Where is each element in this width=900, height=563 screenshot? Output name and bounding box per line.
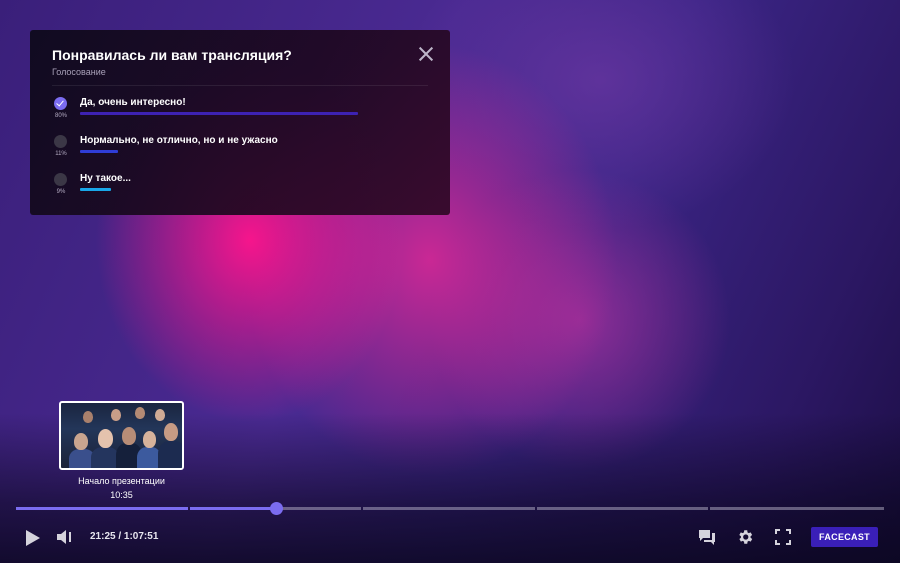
radio-checked-icon[interactable] bbox=[54, 97, 67, 110]
poll-divider bbox=[52, 85, 428, 86]
poll-option[interactable]: 11% Нормально, не отлично, но и не ужасн… bbox=[52, 135, 432, 165]
option-percent: 11% bbox=[55, 151, 67, 157]
poll-option[interactable]: 9% Ну такое... bbox=[52, 173, 432, 203]
option-result-bar bbox=[80, 150, 118, 153]
seek-bar[interactable] bbox=[16, 502, 884, 515]
time-display: 21:25 / 1:07:51 bbox=[90, 531, 159, 542]
fullscreen-icon[interactable] bbox=[775, 529, 791, 545]
play-icon[interactable] bbox=[26, 530, 40, 546]
chapter-segment[interactable] bbox=[536, 507, 709, 510]
audience-image bbox=[61, 403, 182, 468]
volume-muted-icon[interactable] bbox=[56, 529, 76, 545]
option-percent: 9% bbox=[56, 189, 66, 195]
option-label: Ну такое... bbox=[80, 173, 131, 184]
played-segment bbox=[16, 507, 188, 510]
chapter-preview-title: Начало презентации bbox=[78, 476, 165, 486]
radio-icon[interactable] bbox=[54, 173, 67, 186]
chapter-preview-time: 10:35 bbox=[110, 490, 133, 500]
poll-title: Понравилась ли вам трансляция? bbox=[52, 47, 292, 63]
poll-option[interactable]: 80% Да, очень интересно! bbox=[52, 97, 432, 127]
option-label: Да, очень интересно! bbox=[80, 97, 186, 108]
radio-icon[interactable] bbox=[54, 135, 67, 148]
option-result-bar bbox=[80, 188, 111, 191]
gear-icon[interactable] bbox=[736, 528, 754, 546]
facecast-logo-button[interactable]: FACECAST bbox=[811, 527, 878, 547]
chapter-segment[interactable] bbox=[710, 507, 884, 510]
played-segment bbox=[189, 507, 277, 510]
option-label: Нормально, не отлично, но и не ужасно bbox=[80, 135, 278, 146]
chapter-segment[interactable] bbox=[363, 507, 535, 510]
poll-panel: Понравилась ли вам трансляция? Голосован… bbox=[30, 30, 450, 215]
chat-icon[interactable] bbox=[698, 528, 716, 546]
option-percent: 80% bbox=[54, 113, 67, 119]
option-result-bar bbox=[80, 112, 358, 115]
chapter-preview-thumbnail bbox=[59, 401, 184, 470]
close-icon[interactable] bbox=[418, 46, 434, 62]
poll-subtitle: Голосование bbox=[52, 67, 106, 77]
